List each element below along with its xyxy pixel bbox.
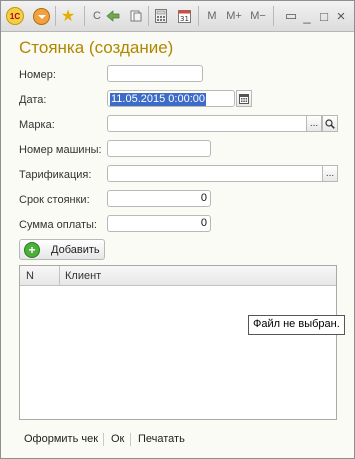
print-button[interactable]: Печатать xyxy=(138,433,185,445)
clients-table[interactable]: N Клиент xyxy=(19,265,337,420)
toolbar-separator xyxy=(198,6,199,26)
term-label: Срок стоянки: xyxy=(19,194,90,206)
maximize-icon: □ xyxy=(320,8,328,24)
c-button[interactable]: С xyxy=(90,7,104,25)
add-plus-icon: + xyxy=(24,241,40,258)
calendar-picker-icon xyxy=(239,93,249,104)
close-icon: × xyxy=(336,7,346,25)
column-header-client[interactable]: Клиент xyxy=(65,270,101,282)
brand-label: Марка: xyxy=(19,119,55,131)
search-icon xyxy=(325,118,335,129)
add-button-label: Добавить xyxy=(51,243,100,256)
tariff-choose-label: ... xyxy=(325,168,335,179)
toolbar-separator xyxy=(55,6,56,26)
tooltip: Файл не выбран. xyxy=(248,315,345,335)
number-field[interactable] xyxy=(107,65,203,82)
copy-glyph xyxy=(130,10,142,22)
tariff-label: Тарификация: xyxy=(19,169,92,181)
logo-icon[interactable]: 1С xyxy=(6,7,24,25)
date-label: Дата: xyxy=(19,94,47,106)
arrows-icon xyxy=(106,10,120,22)
memory-minus-label: M− xyxy=(250,10,266,22)
brand-search-button[interactable] xyxy=(322,115,338,132)
main-menu-icon[interactable] xyxy=(32,7,50,25)
back-forward-icon[interactable] xyxy=(104,7,122,25)
title-toolbar: 1С ★ С 31 M M+ M− ▭ _ □ × xyxy=(1,1,354,32)
calendar-picker-button[interactable] xyxy=(236,90,252,107)
brand-choose-button[interactable]: ... xyxy=(306,115,322,132)
toolbar-separator xyxy=(273,6,274,26)
number-label: Номер: xyxy=(19,69,56,81)
c-label: С xyxy=(93,10,101,22)
fullscreen-glyph: ▭ xyxy=(284,8,298,23)
ok-button[interactable]: Ок xyxy=(111,433,124,445)
memory-label: M xyxy=(207,10,217,22)
table-header: N Клиент xyxy=(20,266,336,286)
star-glyph: ★ xyxy=(60,8,76,25)
toolbar-separator xyxy=(148,6,149,26)
footer-separator xyxy=(103,433,104,446)
sum-field[interactable]: 0 xyxy=(107,215,211,232)
copy-icon[interactable] xyxy=(127,7,145,25)
tariff-choose-button[interactable]: ... xyxy=(322,165,338,182)
calculator-icon[interactable] xyxy=(153,7,169,25)
toolbar-separator xyxy=(84,6,85,26)
minimize-icon: _ xyxy=(303,8,311,24)
calendar-glyph: 31 xyxy=(177,10,191,23)
memory-button[interactable]: M xyxy=(205,7,219,25)
sum-label: Сумма оплаты: xyxy=(19,219,97,231)
memory-plus-button[interactable]: M+ xyxy=(224,7,244,25)
logo-badge: 1С xyxy=(6,7,24,25)
add-button[interactable]: + Добавить xyxy=(19,239,105,260)
date-field[interactable]: 11.05.2015 0:00:00 xyxy=(107,90,235,107)
close-button[interactable]: × xyxy=(334,7,348,25)
main-menu-circle xyxy=(32,7,50,25)
fullscreen-icon[interactable]: ▭ xyxy=(284,7,298,25)
favorites-star-icon[interactable]: ★ xyxy=(59,7,77,25)
car-number-field[interactable] xyxy=(107,140,211,157)
column-separator xyxy=(59,266,60,286)
car-number-label: Номер машины: xyxy=(19,144,102,156)
maximize-button[interactable]: □ xyxy=(317,7,331,25)
tariff-field[interactable] xyxy=(107,165,337,182)
calculator-glyph xyxy=(155,9,167,23)
receipt-button[interactable]: Оформить чек xyxy=(24,433,98,445)
column-header-n[interactable]: N xyxy=(26,270,34,282)
brand-field[interactable] xyxy=(107,115,320,132)
calendar-icon[interactable]: 31 xyxy=(176,7,192,25)
brand-choose-label: ... xyxy=(309,118,319,129)
term-field[interactable]: 0 xyxy=(107,190,211,207)
form-window: 1С ★ С 31 M M+ M− ▭ _ □ × Стоянка (созда… xyxy=(0,0,355,459)
svg-text:31: 31 xyxy=(180,15,189,23)
memory-minus-button[interactable]: M− xyxy=(248,7,268,25)
date-value: 11.05.2015 0:00:00 xyxy=(110,93,206,106)
footer-separator xyxy=(130,433,131,446)
form-title: Стоянка (создание) xyxy=(19,38,174,57)
memory-plus-label: M+ xyxy=(226,10,242,22)
minimize-button[interactable]: _ xyxy=(300,7,314,25)
